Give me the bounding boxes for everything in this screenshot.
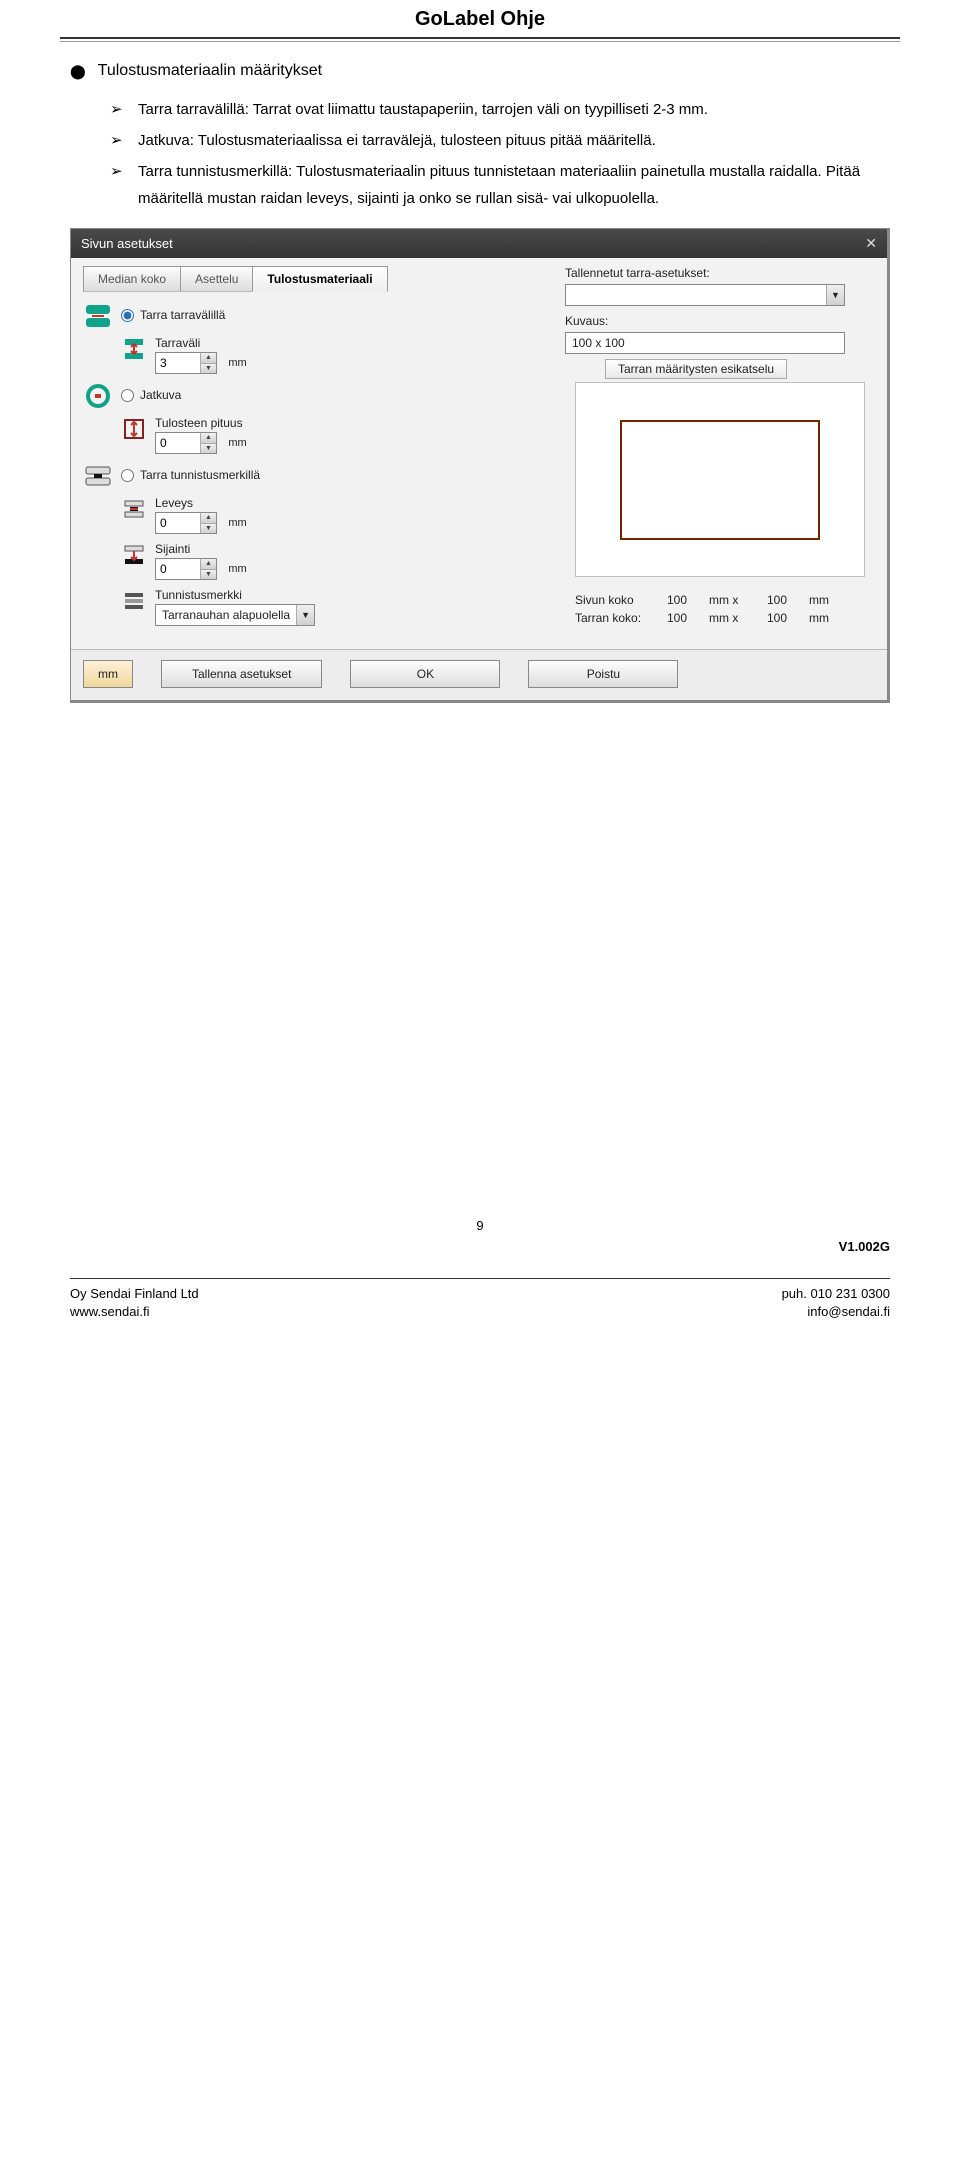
bullet-icon: ⬤ <box>70 60 86 82</box>
arrow-icon: ➢ <box>110 127 128 154</box>
arrow-icon: ➢ <box>110 96 128 123</box>
mark-width-icon <box>121 496 147 522</box>
label-size-label: Tarran koko: <box>575 611 659 625</box>
tab-print-material[interactable]: Tulostusmateriaali <box>252 266 387 292</box>
mark-width-label: Leveys <box>155 496 247 510</box>
length-unit: mm <box>228 437 246 449</box>
radio-blackmark[interactable]: Tarra tunnistusmerkillä <box>121 462 260 482</box>
radio-gap[interactable]: Tarra tarravälillä <box>121 302 225 322</box>
chevron-down-icon[interactable]: ▼ <box>296 605 314 625</box>
gap-spinner[interactable]: ▲▼ <box>155 352 217 374</box>
length-field-label: Tulosteen pituus <box>155 416 247 430</box>
dialog-title: Sivun asetukset <box>81 236 173 251</box>
spin-up-icon[interactable]: ▲ <box>201 433 216 444</box>
length-icon <box>121 416 147 442</box>
page-size-unit: mm <box>809 593 829 607</box>
mark-side-combo[interactable]: Tarranauhan alapuolella ▼ <box>155 604 315 626</box>
page-size-w: 100 <box>667 593 701 607</box>
description-field[interactable]: 100 x 100 <box>565 332 845 354</box>
close-icon[interactable]: ✕ <box>865 235 877 252</box>
label-size-h: 100 <box>767 611 801 625</box>
length-spinner[interactable]: ▲▼ <box>155 432 217 454</box>
radio-blackmark-label: Tarra tunnistusmerkillä <box>140 468 260 482</box>
radio-gap-input[interactable] <box>121 309 134 322</box>
footer-company: Oy Sendai Finland Ltd <box>70 1285 199 1303</box>
ok-button[interactable]: OK <box>350 660 500 688</box>
label-size-unit: mm <box>809 611 829 625</box>
mark-pos-spinner[interactable]: ▲▼ <box>155 558 217 580</box>
spin-up-icon[interactable]: ▲ <box>201 513 216 524</box>
list-item: Tarra tunnistusmerkillä: Tulostusmateria… <box>138 158 890 212</box>
label-size-mid: mm x <box>709 611 759 625</box>
spin-up-icon[interactable]: ▲ <box>201 559 216 570</box>
gap-unit: mm <box>228 357 246 369</box>
gap-height-icon <box>121 336 147 362</box>
mark-position-icon <box>121 542 147 568</box>
spin-down-icon[interactable]: ▼ <box>201 364 216 374</box>
list-item: Tarra tarravälillä: Tarrat ovat liimattu… <box>138 96 890 123</box>
gap-value-input[interactable] <box>156 353 200 373</box>
version-label: V1.002G <box>70 1239 890 1254</box>
blackmark-icon <box>83 462 113 490</box>
description-label: Kuvaus: <box>565 314 875 328</box>
page-size-h: 100 <box>767 593 801 607</box>
unit-toggle-button[interactable]: mm <box>83 660 133 688</box>
page-size-mid: mm x <box>709 593 759 607</box>
footer-phone: puh. 010 231 0300 <box>782 1285 890 1303</box>
radio-continuous-input[interactable] <box>121 389 134 402</box>
length-value-input[interactable] <box>156 433 200 453</box>
label-gap-icon <box>83 302 113 330</box>
label-size-w: 100 <box>667 611 701 625</box>
spin-down-icon[interactable]: ▼ <box>201 444 216 454</box>
preview-group: Tarran määritysten esikatselu Sivun koko… <box>565 368 875 639</box>
arrow-icon: ➢ <box>110 158 128 212</box>
saved-settings-combo[interactable]: ▼ <box>565 284 845 306</box>
mark-width-spinner[interactable]: ▲▼ <box>155 512 217 534</box>
spin-down-icon[interactable]: ▼ <box>201 524 216 534</box>
exit-button[interactable]: Poistu <box>528 660 678 688</box>
footer-email: info@sendai.fi <box>782 1303 890 1321</box>
footer-website: www.sendai.fi <box>70 1303 199 1321</box>
save-settings-button[interactable]: Tallenna asetukset <box>161 660 322 688</box>
spin-up-icon[interactable]: ▲ <box>201 353 216 364</box>
page-setup-dialog: Sivun asetukset ✕ Median koko Asettelu T… <box>70 228 890 703</box>
description-value: 100 x 100 <box>566 336 844 350</box>
radio-gap-label: Tarra tarravälillä <box>140 308 225 322</box>
section-heading: Tulostusmateriaalin määritykset <box>98 60 322 82</box>
tab-layout[interactable]: Asettelu <box>180 266 253 292</box>
page-number: 9 <box>70 1218 890 1233</box>
preview-legend: Tarran määritysten esikatselu <box>605 359 787 379</box>
mark-side-icon <box>121 588 147 614</box>
mark-pos-unit: mm <box>228 563 246 575</box>
spin-down-icon[interactable]: ▼ <box>201 570 216 580</box>
tab-media-size[interactable]: Median koko <box>83 266 181 292</box>
chevron-down-icon[interactable]: ▼ <box>826 285 844 305</box>
radio-continuous-label: Jatkuva <box>140 388 181 402</box>
bullet-list: ➢ Tarra tarravälillä: Tarrat ovat liimat… <box>70 96 890 212</box>
mark-width-unit: mm <box>228 517 246 529</box>
mark-pos-input[interactable] <box>156 559 200 579</box>
preview-label-rect <box>620 420 820 540</box>
mark-side-value: Tarranauhan alapuolella <box>156 608 296 622</box>
continuous-icon <box>83 382 113 410</box>
divider <box>60 41 900 42</box>
document-title: GoLabel Ohje <box>0 0 960 37</box>
preview-canvas <box>575 382 865 577</box>
gap-field-label: Tarraväli <box>155 336 247 350</box>
radio-continuous[interactable]: Jatkuva <box>121 382 181 402</box>
saved-settings-label: Tallennetut tarra-asetukset: <box>565 266 875 280</box>
page-size-label: Sivun koko <box>575 593 659 607</box>
list-item: Jatkuva: Tulostusmateriaalissa ei tarrav… <box>138 127 890 154</box>
mark-width-input[interactable] <box>156 513 200 533</box>
tab-bar: Median koko Asettelu Tulostusmateriaali <box>83 266 545 292</box>
divider <box>60 37 900 39</box>
radio-blackmark-input[interactable] <box>121 469 134 482</box>
mark-pos-label: Sijainti <box>155 542 247 556</box>
mark-side-label: Tunnistusmerkki <box>155 588 315 602</box>
